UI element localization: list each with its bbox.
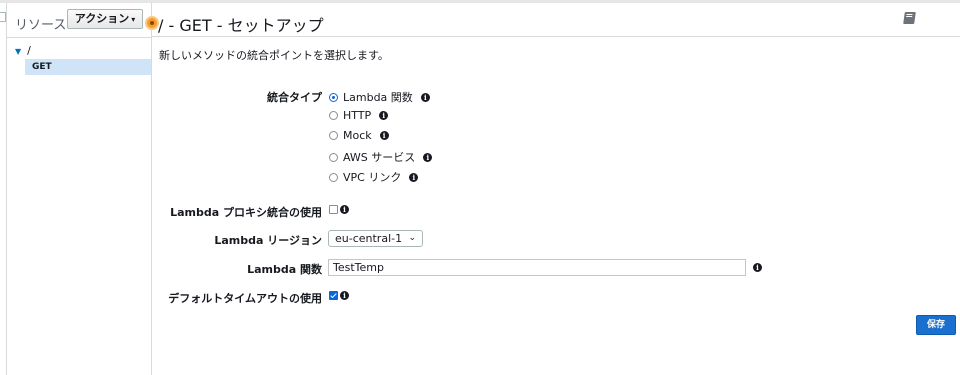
radio-label: Mock bbox=[343, 129, 372, 142]
radio-unselected[interactable] bbox=[329, 131, 338, 140]
info-icon[interactable]: i bbox=[379, 111, 389, 120]
radio-selected[interactable] bbox=[329, 92, 338, 102]
radio-unselected[interactable] bbox=[329, 111, 338, 120]
info-icon[interactable]: i bbox=[409, 172, 419, 182]
default-timeout-checkbox[interactable] bbox=[329, 291, 338, 300]
info-icon[interactable]: i bbox=[420, 92, 430, 102]
resources-title: リソース bbox=[15, 18, 67, 33]
page-description: 新しいメソッドの統合ポイントを選択します。 bbox=[159, 49, 389, 62]
page-title: / - GET - セットアップ bbox=[158, 16, 324, 35]
radio-mock[interactable]: Mock i bbox=[329, 129, 389, 142]
radio-unselected[interactable] bbox=[329, 172, 338, 182]
tree-root-label: / bbox=[27, 44, 31, 57]
expand-triangle-icon[interactable]: ▼ bbox=[15, 47, 21, 56]
lambda-function-label: Lambda 関数 bbox=[247, 263, 322, 276]
lambda-function-input[interactable]: TestTemp bbox=[328, 259, 746, 276]
radio-aws-service[interactable]: AWS サービス i bbox=[329, 149, 433, 165]
info-icon[interactable]: i bbox=[753, 263, 762, 272]
lambda-proxy-label: Lambda プロキシ統合の使用 bbox=[170, 206, 322, 219]
caret-down-icon: ▾ bbox=[131, 15, 136, 24]
radio-unselected[interactable] bbox=[329, 152, 338, 162]
lambda-proxy-checkbox[interactable] bbox=[329, 205, 338, 214]
info-icon[interactable]: i bbox=[379, 131, 389, 140]
resources-sidebar: リソース アクション ▾ ▼ / GET bbox=[7, 3, 152, 375]
actions-button-label: アクション bbox=[74, 12, 130, 25]
radio-lambda-function[interactable]: Lambda 関数 i bbox=[329, 89, 430, 105]
book-icon[interactable] bbox=[903, 12, 916, 24]
radio-vpc-link[interactable]: VPC リンク i bbox=[329, 169, 419, 185]
radio-label: VPC リンク bbox=[343, 171, 402, 184]
default-timeout-label: デフォルトタイムアウトの使用 bbox=[168, 292, 322, 305]
tree-root-resource[interactable]: ▼ / bbox=[15, 44, 31, 57]
info-icon[interactable]: i bbox=[340, 291, 349, 300]
lambda-region-select[interactable]: eu-central-1 ⌄ bbox=[328, 230, 423, 247]
radio-label: HTTP bbox=[343, 109, 372, 122]
resources-header: リソース アクション ▾ bbox=[7, 3, 151, 38]
collapse-handle[interactable] bbox=[0, 12, 6, 22]
save-button[interactable]: 保存 bbox=[916, 315, 956, 335]
radio-label: AWS サービス bbox=[343, 151, 416, 164]
chevron-down-icon: ⌄ bbox=[408, 233, 416, 243]
integration-type-label: 統合タイプ bbox=[267, 91, 322, 104]
info-icon[interactable]: i bbox=[423, 152, 433, 162]
info-icon[interactable]: i bbox=[340, 205, 349, 214]
main-header: / - GET - セットアップ bbox=[152, 3, 960, 37]
tree-method-get[interactable]: GET bbox=[25, 59, 151, 75]
lambda-region-value: eu-central-1 bbox=[335, 232, 403, 245]
lambda-region-label: Lambda リージョン bbox=[214, 234, 322, 247]
left-edge-strip bbox=[0, 3, 7, 375]
radio-label: Lambda 関数 bbox=[343, 91, 413, 104]
actions-button[interactable]: アクション ▾ bbox=[67, 9, 143, 29]
radio-http[interactable]: HTTP i bbox=[329, 109, 389, 122]
